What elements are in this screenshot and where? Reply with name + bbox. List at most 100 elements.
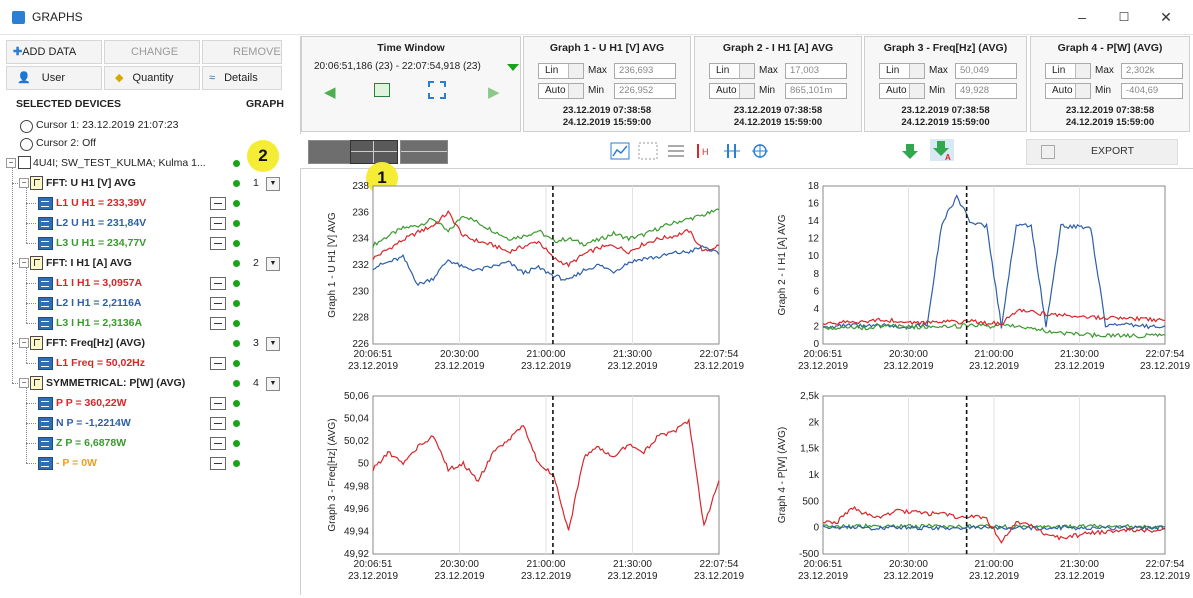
forward-arrow-icon[interactable]: ▶ [488, 83, 500, 101]
time-window-panel: Time Window 20:06:51,186 (23) - 22:07:54… [301, 36, 521, 132]
y-tick-label: 232 [352, 260, 369, 271]
date-from: 23.12.2019 07:38:58 [733, 105, 823, 116]
quantity-tab[interactable]: ◆ Quantity [104, 66, 200, 90]
layout-rows-button[interactable] [400, 140, 448, 164]
y-tick-label: 8 [813, 269, 819, 280]
marker-icon[interactable]: H [694, 142, 714, 160]
chart-area: 20:06:51 23.12.2019 20:30:00 23.12.2019 21:0… [300, 168, 1193, 595]
quantity-group-label[interactable]: FFT: Freq[Hz] (AVG) [46, 334, 145, 352]
scale-select[interactable]: Lin [709, 63, 755, 79]
hide-channel-button[interactable] [210, 417, 226, 430]
device-icon [18, 156, 31, 169]
min-input[interactable]: -404,69 [1121, 83, 1183, 99]
hide-channel-button[interactable] [210, 357, 226, 370]
scale-select[interactable]: Lin [1045, 63, 1091, 79]
zoom-fit-icon[interactable] [428, 81, 446, 99]
status-dot [233, 300, 240, 307]
channel-label[interactable]: L1 U H1 = 233,39V [56, 194, 146, 212]
function-icon [30, 176, 43, 190]
waveform-icon [38, 317, 53, 330]
max-input[interactable]: 50,049 [955, 63, 1017, 79]
hide-channel-button[interactable] [210, 317, 226, 330]
close-button[interactable]: ✕ [1146, 6, 1186, 28]
mode-select[interactable]: Auto [538, 83, 584, 99]
quantity-group-label[interactable]: SYMMETRICAL: P[W] (AVG) [46, 374, 185, 392]
mode-select[interactable]: Auto [879, 83, 925, 99]
user-tab[interactable]: 👤 User [6, 66, 102, 90]
max-input[interactable]: 236,693 [614, 63, 676, 79]
channel-label[interactable]: L2 U H1 = 231,84V [56, 214, 146, 232]
x-tick-date: 23.12.2019 [694, 571, 744, 582]
channel-label[interactable]: L3 U H1 = 234,77V [56, 234, 146, 252]
hide-channel-button[interactable] [210, 457, 226, 470]
charts-canvas[interactable]: 20:06:5123.12.201920:30:0023.12.201921:0… [300, 168, 1193, 595]
hide-channel-button[interactable] [210, 197, 226, 210]
quantity-group-label[interactable]: FFT: U H1 [V] AVG [46, 174, 136, 192]
maximize-button[interactable]: ☐ [1104, 6, 1144, 28]
mode-select[interactable]: Auto [1045, 83, 1091, 99]
graph-select-dropdown[interactable]: ▼ [266, 177, 280, 191]
layout-grid-button[interactable] [350, 140, 398, 164]
hide-channel-button[interactable] [210, 397, 226, 410]
lines-icon[interactable] [666, 142, 686, 160]
y-tick-label: 18 [808, 181, 820, 192]
mode-select[interactable]: Auto [709, 83, 755, 99]
scale-select[interactable]: Lin [879, 63, 925, 79]
change-button[interactable]: CHANGE [104, 40, 200, 64]
collapse-toggle[interactable]: − [19, 378, 29, 388]
time-window-range[interactable]: 20:06:51,186 (23) - 22:07:54,918 (23) [314, 61, 481, 72]
hide-channel-button[interactable] [210, 437, 226, 450]
y-tick-label: 238 [352, 181, 369, 192]
export-button[interactable]: EXPORT [1026, 139, 1178, 165]
hide-channel-button[interactable] [210, 217, 226, 230]
max-input[interactable]: 17,003 [785, 63, 847, 79]
channel-label[interactable]: P P = 360,22W [56, 394, 127, 412]
graph-select-dropdown[interactable]: ▼ [266, 377, 280, 391]
device-label[interactable]: 4U4I; SW_TEST_KULMA; Kulma 1... [33, 154, 206, 172]
x-tick-date: 23.12.2019 [1054, 361, 1104, 372]
collapse-toggle[interactable]: − [19, 178, 29, 188]
waveform-icon [38, 237, 53, 250]
min-input[interactable]: 226,952 [614, 83, 676, 99]
channel-label[interactable]: L2 I H1 = 2,2116A [56, 294, 142, 312]
graph-panel-title: Graph 4 - P[W] (AVG) [1057, 42, 1163, 54]
tree-connector [26, 423, 36, 424]
y-tick-label: 2,5k [800, 391, 820, 402]
collapse-toggle[interactable]: − [19, 258, 29, 268]
details-tab[interactable]: ≈ Details [202, 66, 282, 90]
hide-channel-button[interactable] [210, 237, 226, 250]
minimize-button[interactable]: – [1062, 6, 1102, 28]
channel-label[interactable]: - P = 0W [56, 454, 97, 472]
channel-label[interactable]: L1 I H1 = 3,0957A [56, 274, 142, 292]
hide-channel-button[interactable] [210, 297, 226, 310]
tree-connector [26, 203, 36, 204]
quantity-group-label[interactable]: FFT: I H1 [A] AVG [46, 254, 132, 272]
chart-line-icon[interactable] [610, 142, 630, 160]
download-icon[interactable] [900, 142, 920, 160]
calendar-icon[interactable] [374, 83, 390, 97]
scale-select[interactable]: Lin [538, 63, 584, 79]
zoom-target-icon[interactable] [750, 142, 770, 160]
collapse-toggle[interactable]: − [6, 158, 16, 168]
channel-label[interactable]: Z P = 6,6878W [56, 434, 126, 452]
channel-label[interactable]: L3 I H1 = 2,3136A [56, 314, 142, 332]
remove-button[interactable]: REMOVE [202, 40, 282, 64]
channel-label[interactable]: N P = -1,2214W [56, 414, 131, 432]
waveform-icon [38, 277, 53, 290]
y-tick-label: 226 [352, 339, 369, 350]
add-data-button[interactable]: ✚ADD DATA [6, 40, 102, 64]
grid-icon[interactable] [638, 142, 658, 160]
graph-select-dropdown[interactable]: ▼ [266, 337, 280, 351]
min-input[interactable]: 49,928 [955, 83, 1017, 99]
graph-select-dropdown[interactable]: ▼ [266, 257, 280, 271]
hide-channel-button[interactable] [210, 277, 226, 290]
max-input[interactable]: 2,302k [1121, 63, 1183, 79]
dropdown-arrow-icon[interactable] [507, 64, 519, 71]
function-icon [30, 376, 43, 390]
min-input[interactable]: 865,101m [785, 83, 847, 99]
collapse-toggle[interactable]: − [19, 338, 29, 348]
cursor-split-icon[interactable] [722, 142, 742, 160]
download-all-icon[interactable]: A [930, 139, 954, 161]
back-arrow-icon[interactable]: ◀ [324, 83, 336, 101]
channel-label[interactable]: L1 Freq = 50,02Hz [56, 354, 145, 372]
